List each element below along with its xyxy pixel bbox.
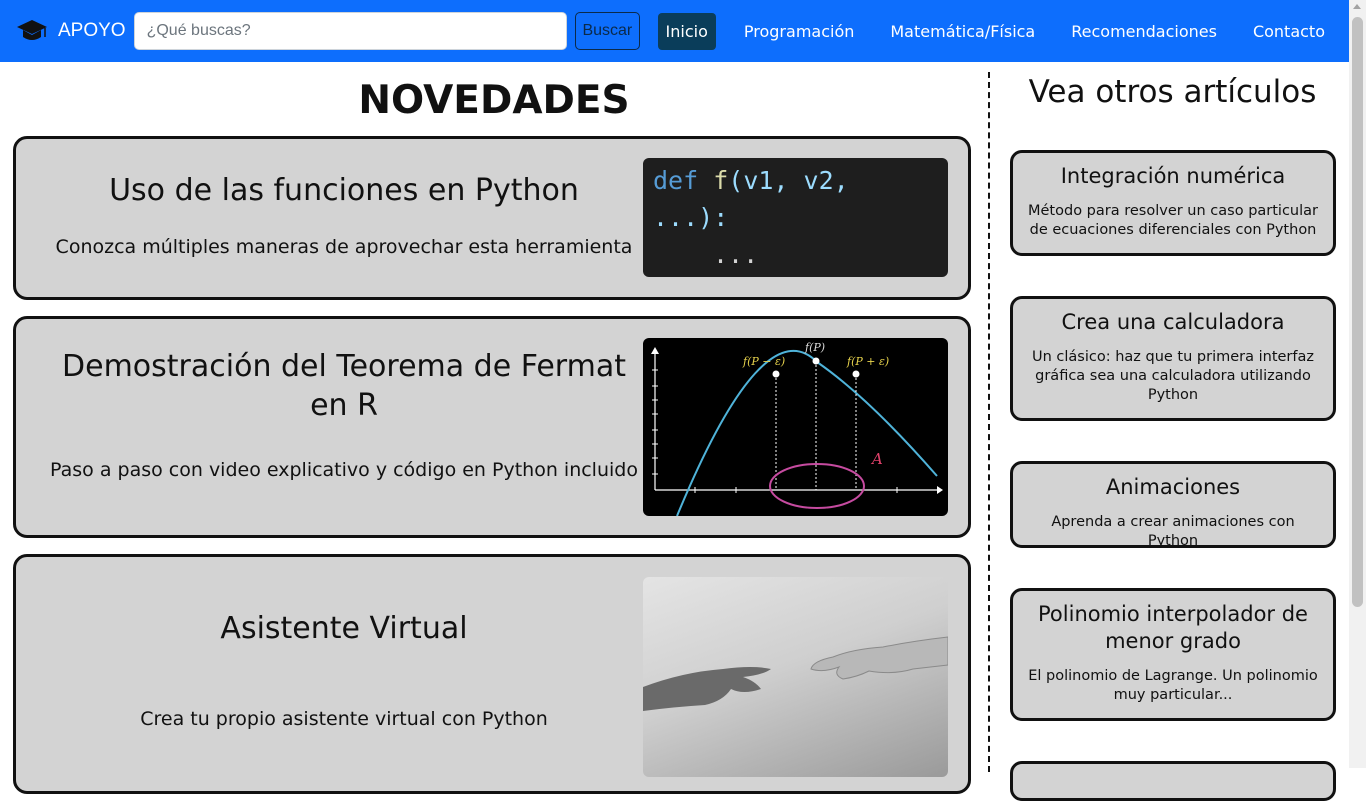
sidebar-article-polinomio[interactable]: Polinomio interpolador de menor grado El… — [1010, 588, 1336, 721]
search-placeholder: ¿Qué buscas? — [146, 22, 251, 39]
code-keyword-def: def — [653, 166, 699, 195]
scroll-up-arrow-icon[interactable] — [1353, 4, 1361, 9]
sidebar-article-title: Polinomio interpolador de menor grado — [1038, 602, 1308, 653]
column-divider — [988, 72, 990, 772]
card-text: Uso de las funciones en Python Conozca m… — [44, 171, 644, 258]
nav-menu: Inicio Programación Matemática/Física Re… — [657, 12, 1333, 50]
sidebar-article-title: Animaciones — [1105, 475, 1241, 499]
main-content: NOVEDADES — [0, 62, 988, 123]
nav-item-inicio[interactable]: Inicio — [657, 12, 716, 50]
sidebar-article-desc: Aprenda a crear animaciones con Python — [1051, 514, 1295, 549]
card-text: Demostración del Teorema de Fermat en R … — [44, 347, 644, 481]
hands-image — [643, 577, 948, 777]
graph-label-right: f(P + ε) — [846, 355, 889, 368]
sidebar-article-desc: Un clásico: haz que tu primera interfaz … — [1031, 349, 1314, 403]
brand-link[interactable]: APOYO — [16, 17, 126, 45]
fermat-graph-image: f(P − ε) f(P) f(P + ε) A — [643, 338, 948, 516]
card-title: Uso de las funciones en Python — [109, 173, 579, 208]
sidebar-article-title: Integración numérica — [1060, 164, 1286, 188]
code-function-name: f — [713, 166, 729, 195]
hands-illustration — [643, 636, 948, 711]
fermat-graph: f(P − ε) f(P) f(P + ε) A — [651, 341, 943, 516]
search-button[interactable]: Buscar — [575, 12, 640, 50]
code-body: ... — [713, 240, 759, 269]
search-input[interactable]: ¿Qué buscas? — [133, 12, 568, 50]
card-text: Asistente Virtual Crea tu propio asisten… — [44, 609, 644, 730]
sidebar-article-animaciones[interactable]: Animaciones Aprenda a crear animaciones … — [1010, 461, 1336, 549]
nav-item-programacion[interactable]: Programación — [736, 13, 862, 50]
sidebar-article-desc: El polinomio de Lagrange. Un polinomio m… — [1028, 668, 1318, 703]
card-description: Crea tu propio asistente virtual con Pyt… — [140, 708, 548, 730]
sidebar-article-next[interactable] — [1010, 761, 1336, 801]
nav-item-contacto[interactable]: Contacto — [1245, 13, 1333, 50]
graph-label-mid: f(P) — [804, 341, 825, 354]
brand-name: APOYO — [58, 20, 126, 41]
graduation-cap-icon — [17, 20, 47, 40]
article-card-asistente[interactable]: Asistente Virtual Crea tu propio asisten… — [13, 554, 971, 794]
sidebar-article-calculadora[interactable]: Crea una calculadora Un clásico: haz que… — [1010, 296, 1336, 421]
navbar: APOYO ¿Qué buscas? Buscar Inicio Program… — [0, 0, 1349, 62]
graph-label-left: f(P − ε) — [742, 355, 785, 368]
page-scrollbar[interactable] — [1349, 0, 1366, 768]
article-card-fermat[interactable]: Demostración del Teorema de Fermat en R … — [13, 316, 971, 538]
scroll-thumb[interactable] — [1352, 17, 1363, 607]
sidebar-article-title: Crea una calculadora — [1061, 310, 1285, 334]
nav-item-matematica-fisica[interactable]: Matemática/Física — [882, 13, 1043, 50]
page-title: NOVEDADES — [358, 78, 630, 123]
card-description: Paso a paso con video explicativo y códi… — [50, 459, 638, 481]
card-description: Conozca múltiples maneras de aprovechar … — [55, 236, 633, 258]
code-image: def f(v1, v2, ...): ... return ... — [643, 158, 948, 277]
sidebar-title: Vea otros artículos — [1028, 74, 1317, 110]
card-title: Demostración del Teorema de Fermat en R — [62, 349, 626, 423]
nav-item-recomendaciones[interactable]: Recomendaciones — [1063, 13, 1225, 50]
graph-label-a: A — [870, 450, 883, 468]
article-card-funciones[interactable]: Uso de las funciones en Python Conozca m… — [13, 136, 971, 300]
sidebar-article-desc: Método para resolver un caso particular … — [1028, 203, 1318, 238]
sidebar-article-integracion[interactable]: Integración numérica Método para resolve… — [1010, 150, 1336, 256]
card-title: Asistente Virtual — [220, 611, 468, 646]
